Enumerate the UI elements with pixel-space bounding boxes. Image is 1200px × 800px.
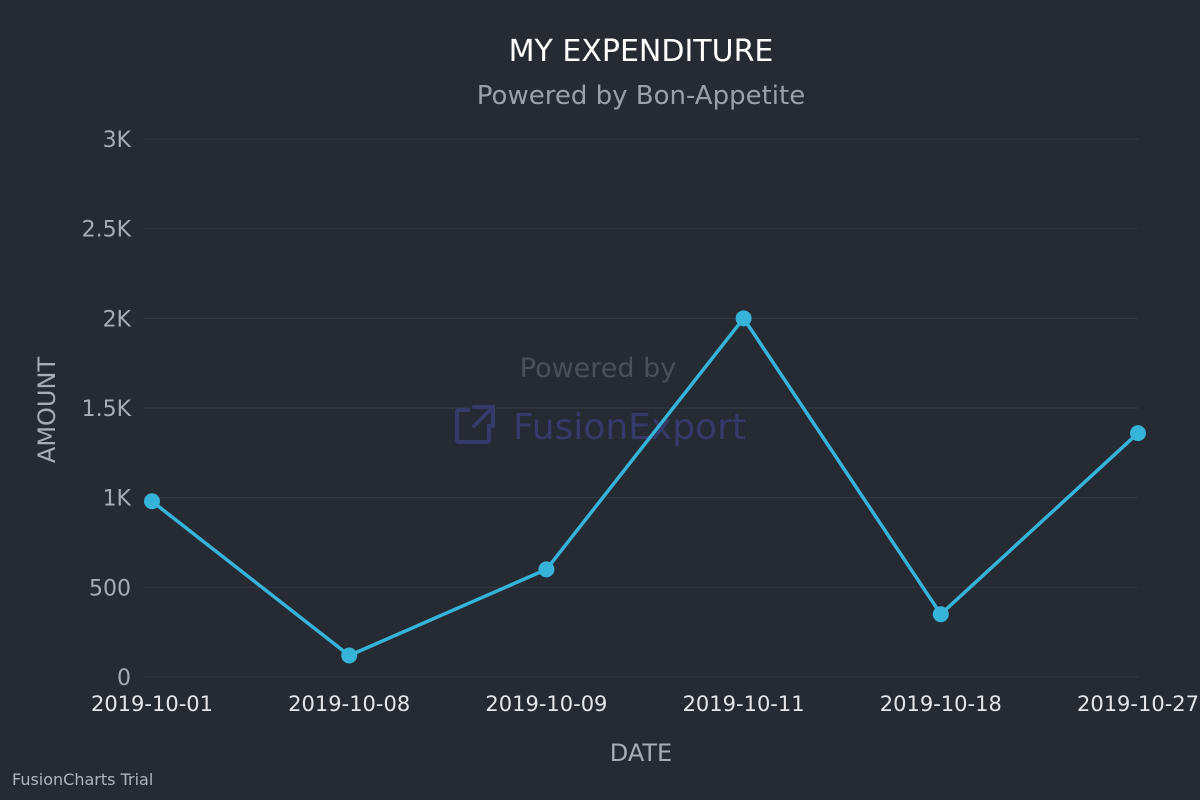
x-axis-ticks: 2019-10-01 2019-10-08 2019-10-09 2019-10-11… <box>91 692 1199 716</box>
watermark-line1: Powered by <box>520 353 677 384</box>
y-tick-label: 0 <box>117 666 131 691</box>
data-point[interactable] <box>341 647 358 664</box>
y-axis-title: AMOUNT <box>33 357 61 464</box>
x-tick-label: 2019-10-11 <box>683 692 805 716</box>
data-point[interactable] <box>1130 425 1146 442</box>
x-tick-label: 2019-10-08 <box>288 692 410 716</box>
y-tick-label: 1K <box>103 487 132 512</box>
data-point[interactable] <box>932 606 949 623</box>
y-tick-label: 500 <box>89 576 131 601</box>
x-tick-label: 2019-10-18 <box>880 692 1002 716</box>
y-tick-label: 2K <box>103 307 132 332</box>
chart-subtitle: Powered by Bon-Appetite <box>477 81 805 111</box>
chart-root: MY EXPENDITURE Powered by Bon-Appetite 0… <box>0 0 1200 800</box>
y-tick-label: 2.5K <box>82 218 132 243</box>
x-tick-label: 2019-10-09 <box>485 692 607 716</box>
x-tick-label: 2019-10-27 <box>1077 692 1199 716</box>
trial-notice: FusionCharts Trial <box>12 770 153 789</box>
chart-title: MY EXPENDITURE <box>509 34 774 69</box>
y-tick-label: 1.5K <box>82 397 132 422</box>
y-axis-ticks: 0 500 1K 1.5K 2K 2.5K 3K <box>82 128 132 691</box>
watermark-line2: FusionExport <box>513 407 746 448</box>
line-chart: MY EXPENDITURE Powered by Bon-Appetite 0… <box>12 34 1199 789</box>
watermark: Powered by FusionExport <box>455 353 746 448</box>
data-point[interactable] <box>538 561 555 578</box>
data-point[interactable] <box>735 310 752 327</box>
y-tick-label: 3K <box>103 128 132 153</box>
x-axis-title: DATE <box>610 739 672 767</box>
x-tick-label: 2019-10-01 <box>91 692 213 716</box>
external-link-icon <box>455 404 496 444</box>
data-point[interactable] <box>144 493 160 510</box>
